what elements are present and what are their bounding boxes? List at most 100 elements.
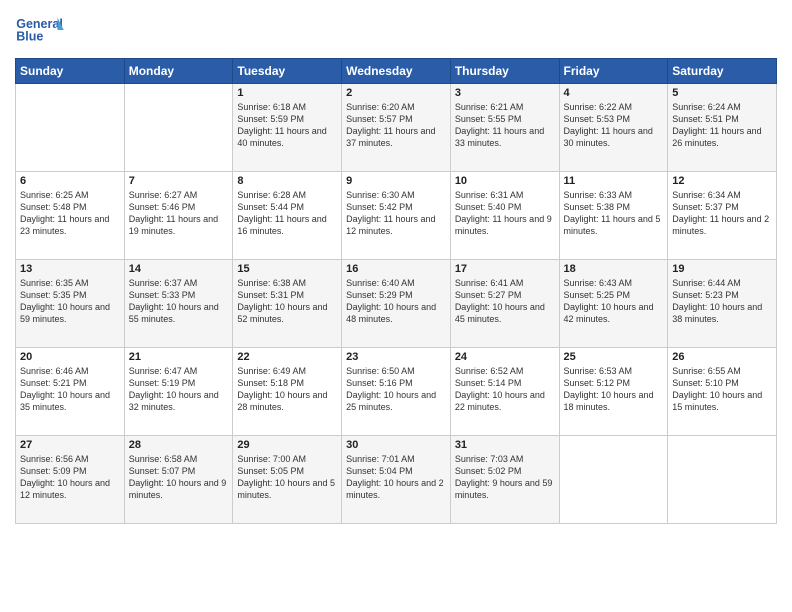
cell-content: Sunrise: 6:49 AMSunset: 5:18 PMDaylight:…: [237, 365, 337, 414]
calendar-cell: 27Sunrise: 6:56 AMSunset: 5:09 PMDayligh…: [16, 436, 125, 524]
header: General Blue: [15, 10, 777, 50]
cell-content: Sunrise: 6:43 AMSunset: 5:25 PMDaylight:…: [564, 277, 664, 326]
day-number: 15: [237, 263, 337, 275]
day-number: 20: [20, 351, 120, 363]
calendar-cell: 30Sunrise: 7:01 AMSunset: 5:04 PMDayligh…: [342, 436, 451, 524]
cell-content: Sunrise: 6:30 AMSunset: 5:42 PMDaylight:…: [346, 189, 446, 238]
cell-content: Sunrise: 6:28 AMSunset: 5:44 PMDaylight:…: [237, 189, 337, 238]
cell-content: Sunrise: 6:24 AMSunset: 5:51 PMDaylight:…: [672, 101, 772, 150]
cell-content: Sunrise: 6:53 AMSunset: 5:12 PMDaylight:…: [564, 365, 664, 414]
week-row-3: 13 Sunrise: 6:35 AMSunset: 5:35 PMDayligh…: [16, 260, 777, 348]
day-number: 5: [672, 87, 772, 99]
day-number: 29: [237, 439, 337, 451]
day-number: 31: [455, 439, 555, 451]
day-number: 14: [129, 263, 229, 275]
cell-content: Sunrise: 6:46 AMSunset: 5:21 PMDaylight:…: [20, 365, 120, 414]
calendar-cell: 31 Sunrise: 7:03 AMSunset: 5:02 PMDayligh…: [450, 436, 559, 524]
day-number: 1: [237, 87, 337, 99]
calendar-cell: 3 Sunrise: 6:21 AMSunset: 5:55 PMDaylight…: [450, 84, 559, 172]
day-header-saturday: Saturday: [668, 59, 777, 84]
cell-content: Sunrise: 6:58 AMSunset: 5:07 PMDaylight:…: [129, 453, 229, 502]
week-row-5: 27Sunrise: 6:56 AMSunset: 5:09 PMDayligh…: [16, 436, 777, 524]
day-number: 28: [129, 439, 229, 451]
calendar-cell: 5 Sunrise: 6:24 AMSunset: 5:51 PMDaylight…: [668, 84, 777, 172]
cell-content: Sunrise: 6:20 AMSunset: 5:57 PMDaylight:…: [346, 101, 446, 150]
day-header-sunday: Sunday: [16, 59, 125, 84]
cell-content: Sunrise: 6:47 AMSunset: 5:19 PMDaylight:…: [129, 365, 229, 414]
svg-text:Blue: Blue: [16, 30, 43, 44]
cell-content: Sunrise: 6:21 AMSunset: 5:55 PMDaylight:…: [455, 101, 555, 150]
day-number: 16: [346, 263, 446, 275]
day-number: 13: [20, 263, 120, 275]
day-number: 8: [237, 175, 337, 187]
day-number: 24: [455, 351, 555, 363]
calendar-cell: 15 Sunrise: 6:38 AMSunset: 5:31 PMDayligh…: [233, 260, 342, 348]
cell-content: Sunrise: 6:34 AMSunset: 5:37 PMDaylight:…: [672, 189, 772, 238]
day-number: 7: [129, 175, 229, 187]
calendar-cell: 1 Sunrise: 6:18 AMSunset: 5:59 PMDaylight…: [233, 84, 342, 172]
cell-content: Sunrise: 6:18 AMSunset: 5:59 PMDaylight:…: [237, 101, 337, 150]
day-header-wednesday: Wednesday: [342, 59, 451, 84]
day-number: 11: [564, 175, 664, 187]
day-number: 10: [455, 175, 555, 187]
day-number: 3: [455, 87, 555, 99]
calendar-cell: 25 Sunrise: 6:53 AMSunset: 5:12 PMDayligh…: [559, 348, 668, 436]
cell-content: Sunrise: 7:00 AMSunset: 5:05 PMDaylight:…: [237, 453, 337, 502]
cell-content: Sunrise: 6:38 AMSunset: 5:31 PMDaylight:…: [237, 277, 337, 326]
calendar-cell: 18 Sunrise: 6:43 AMSunset: 5:25 PMDayligh…: [559, 260, 668, 348]
week-row-1: 1 Sunrise: 6:18 AMSunset: 5:59 PMDaylight…: [16, 84, 777, 172]
day-number: 23: [346, 351, 446, 363]
day-number: 25: [564, 351, 664, 363]
day-number: 18: [564, 263, 664, 275]
calendar-cell: 20 Sunrise: 6:46 AMSunset: 5:21 PMDayligh…: [16, 348, 125, 436]
day-number: 19: [672, 263, 772, 275]
calendar-cell: 2 Sunrise: 6:20 AMSunset: 5:57 PMDaylight…: [342, 84, 451, 172]
logo: General Blue: [15, 10, 65, 50]
cell-content: Sunrise: 7:01 AMSunset: 5:04 PMDaylight:…: [346, 453, 446, 502]
calendar-cell: 16 Sunrise: 6:40 AMSunset: 5:29 PMDayligh…: [342, 260, 451, 348]
cell-content: Sunrise: 6:27 AMSunset: 5:46 PMDaylight:…: [129, 189, 229, 238]
day-number: 12: [672, 175, 772, 187]
day-number: 9: [346, 175, 446, 187]
cell-content: Sunrise: 6:31 AMSunset: 5:40 PMDaylight:…: [455, 189, 555, 238]
calendar-cell: [124, 84, 233, 172]
calendar-cell: 6 Sunrise: 6:25 AMSunset: 5:48 PMDaylight…: [16, 172, 125, 260]
day-number: 27: [20, 439, 120, 451]
calendar-cell: 17 Sunrise: 6:41 AMSunset: 5:27 PMDayligh…: [450, 260, 559, 348]
calendar-cell: 4Sunrise: 6:22 AMSunset: 5:53 PMDaylight…: [559, 84, 668, 172]
cell-content: Sunrise: 6:33 AMSunset: 5:38 PMDaylight:…: [564, 189, 664, 238]
cell-content: Sunrise: 6:40 AMSunset: 5:29 PMDaylight:…: [346, 277, 446, 326]
calendar-cell: [16, 84, 125, 172]
day-number: 22: [237, 351, 337, 363]
week-row-4: 20 Sunrise: 6:46 AMSunset: 5:21 PMDayligh…: [16, 348, 777, 436]
day-header-tuesday: Tuesday: [233, 59, 342, 84]
day-number: 26: [672, 351, 772, 363]
day-number: 21: [129, 351, 229, 363]
cell-content: Sunrise: 6:25 AMSunset: 5:48 PMDaylight:…: [20, 189, 120, 238]
calendar-cell: 23Sunrise: 6:50 AMSunset: 5:16 PMDayligh…: [342, 348, 451, 436]
calendar-cell: 26 Sunrise: 6:55 AMSunset: 5:10 PMDayligh…: [668, 348, 777, 436]
calendar-cell: 19Sunrise: 6:44 AMSunset: 5:23 PMDayligh…: [668, 260, 777, 348]
calendar-cell: 28 Sunrise: 6:58 AMSunset: 5:07 PMDayligh…: [124, 436, 233, 524]
calendar-cell: 10 Sunrise: 6:31 AMSunset: 5:40 PMDayligh…: [450, 172, 559, 260]
cell-content: Sunrise: 7:03 AMSunset: 5:02 PMDaylight:…: [455, 453, 555, 502]
cell-content: Sunrise: 6:35 AMSunset: 5:35 PMDaylight:…: [20, 277, 120, 326]
calendar-cell: [668, 436, 777, 524]
day-number: 6: [20, 175, 120, 187]
week-row-2: 6 Sunrise: 6:25 AMSunset: 5:48 PMDaylight…: [16, 172, 777, 260]
calendar-cell: 13 Sunrise: 6:35 AMSunset: 5:35 PMDayligh…: [16, 260, 125, 348]
calendar-cell: 9 Sunrise: 6:30 AMSunset: 5:42 PMDaylight…: [342, 172, 451, 260]
day-number: 2: [346, 87, 446, 99]
calendar-cell: 29 Sunrise: 7:00 AMSunset: 5:05 PMDayligh…: [233, 436, 342, 524]
calendar-cell: 24 Sunrise: 6:52 AMSunset: 5:14 PMDayligh…: [450, 348, 559, 436]
cell-content: Sunrise: 6:22 AMSunset: 5:53 PMDaylight:…: [564, 101, 664, 150]
cell-content: Sunrise: 6:41 AMSunset: 5:27 PMDaylight:…: [455, 277, 555, 326]
calendar-cell: 14 Sunrise: 6:37 AMSunset: 5:33 PMDayligh…: [124, 260, 233, 348]
day-number: 17: [455, 263, 555, 275]
cell-content: Sunrise: 6:37 AMSunset: 5:33 PMDaylight:…: [129, 277, 229, 326]
day-header-thursday: Thursday: [450, 59, 559, 84]
cell-content: Sunrise: 6:52 AMSunset: 5:14 PMDaylight:…: [455, 365, 555, 414]
calendar-cell: 21 Sunrise: 6:47 AMSunset: 5:19 PMDayligh…: [124, 348, 233, 436]
calendar-cell: 22 Sunrise: 6:49 AMSunset: 5:18 PMDayligh…: [233, 348, 342, 436]
cell-content: Sunrise: 6:55 AMSunset: 5:10 PMDaylight:…: [672, 365, 772, 414]
